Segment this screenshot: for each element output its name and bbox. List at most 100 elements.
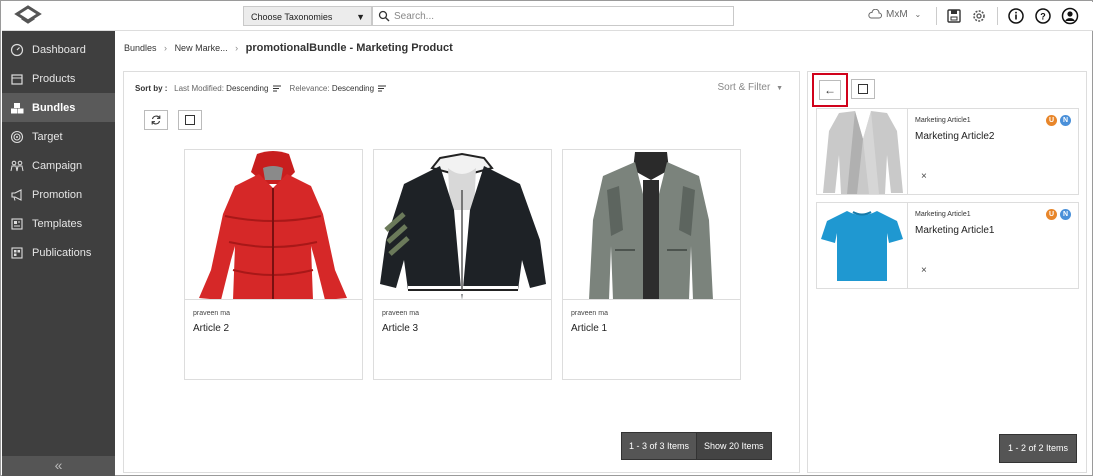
card-owner: praveen ma — [382, 310, 419, 317]
sidebar-item-templates[interactable]: Templates — [2, 209, 115, 238]
divider — [997, 7, 998, 25]
sidebar-item-label: Bundles — [32, 101, 76, 114]
status-badge-u: U — [1046, 115, 1057, 126]
card-title: Article 1 — [571, 323, 608, 334]
bundle-item-subtitle: Marketing Article1 — [915, 117, 971, 124]
sort-bar: Sort by : Last Modified: Descending Rele… — [135, 84, 387, 93]
sidebar-item-bundles[interactable]: Bundles — [2, 93, 115, 122]
chevron-right-icon: › — [235, 43, 239, 53]
sort-filter-label: Sort & Filter — [717, 82, 771, 93]
arrow-left-icon: ← — [824, 83, 836, 97]
dashboard-icon — [10, 43, 24, 56]
sidebar-item-products[interactable]: Products — [2, 64, 115, 93]
bundle-item[interactable]: Marketing Article1 Marketing Article2 × … — [816, 108, 1079, 195]
status-badge-u: U — [1046, 209, 1057, 220]
bundles-icon — [11, 102, 24, 113]
sidebar: Dashboard Products Bundles Target Campai… — [2, 31, 115, 476]
top-bar: Choose Taxonomies ▼ Search... MxM ⌄ ? — [2, 2, 1093, 31]
search-input[interactable]: Search... — [372, 6, 734, 26]
taxonomy-select[interactable]: Choose Taxonomies ▼ — [243, 6, 372, 26]
checkbox-icon — [185, 115, 195, 125]
select-all-checkbox[interactable] — [178, 110, 202, 130]
sidebar-item-campaign[interactable]: Campaign — [2, 151, 115, 180]
sort-by-label: Sort by : — [135, 84, 168, 93]
product-card[interactable]: praveen ma Article 3 — [373, 149, 552, 380]
bundle-item-subtitle: Marketing Article1 — [915, 211, 971, 218]
sort-filter-toggle[interactable]: Sort & Filter ▼ — [717, 82, 783, 93]
refresh-button[interactable] — [144, 110, 168, 130]
items-panel: Sort by : Last Modified: Descending Rele… — [123, 71, 800, 473]
templates-icon — [11, 217, 23, 230]
sidebar-item-dashboard[interactable]: Dashboard — [2, 35, 115, 64]
sort-relevance-label: Relevance: — [289, 84, 330, 93]
publications-icon — [11, 246, 23, 259]
sidebar-item-label: Products — [32, 72, 76, 85]
breadcrumb: Bundles › New Marke... › promotionalBund… — [124, 42, 453, 54]
refresh-icon — [151, 115, 161, 125]
sidebar-item-label: Templates — [32, 217, 83, 230]
sidebar-collapse-button[interactable]: « — [2, 456, 115, 476]
checkbox-icon — [858, 84, 868, 94]
sidebar-item-label: Target — [32, 130, 63, 143]
info-icon[interactable] — [1007, 7, 1025, 25]
remove-icon[interactable]: × — [921, 265, 927, 276]
pagination: 1 - 3 of 3 Items Show 20 Items — [621, 432, 772, 460]
user-menu[interactable]: MxM ⌄ — [868, 9, 921, 20]
megaphone-icon — [11, 188, 22, 201]
caret-down-icon: ▼ — [356, 12, 365, 22]
sort-lines-icon[interactable] — [378, 85, 387, 92]
grey-coat-image — [817, 109, 908, 194]
sidebar-item-target[interactable]: Target — [2, 122, 115, 151]
app-logo-icon[interactable] — [12, 5, 44, 27]
bundle-item[interactable]: Marketing Article1 Marketing Article1 × … — [816, 202, 1079, 289]
save-icon[interactable] — [945, 7, 963, 25]
status-badge-n: N — [1060, 209, 1071, 220]
sidebar-item-promotion[interactable]: Promotion — [2, 180, 115, 209]
app-frame: Choose Taxonomies ▼ Search... MxM ⌄ ? Da… — [0, 0, 1093, 476]
page-title: promotionalBundle - Marketing Product — [245, 42, 453, 54]
sidebar-item-label: Promotion — [32, 188, 83, 201]
sidebar-item-label: Campaign — [32, 159, 83, 172]
status-badge-n: N — [1060, 115, 1071, 126]
divider — [936, 7, 937, 25]
grey-jacket-image — [563, 150, 740, 300]
card-owner: praveen ma — [193, 310, 230, 317]
sidebar-item-label: Publications — [32, 246, 92, 259]
double-chevron-left-icon: « — [54, 457, 63, 473]
target-icon — [10, 130, 24, 143]
caret-down-icon: ▼ — [776, 85, 783, 92]
show-items-button[interactable]: Show 20 Items — [696, 433, 771, 459]
sort-lines-icon[interactable] — [272, 85, 281, 92]
taxonomy-select-label: Choose Taxonomies — [251, 12, 333, 22]
card-title: Article 3 — [382, 323, 419, 334]
remove-icon[interactable]: × — [921, 171, 927, 182]
breadcrumb-item-bundles[interactable]: Bundles — [124, 43, 157, 53]
product-card[interactable]: praveen ma Article 1 — [562, 149, 741, 380]
campaign-icon — [10, 160, 24, 171]
back-button[interactable]: ← — [812, 73, 848, 107]
cloud-icon — [868, 9, 882, 19]
sort-last-modified-label: Last Modified: — [174, 84, 224, 93]
bundle-item-title: Marketing Article2 — [915, 131, 995, 142]
svg-text:?: ? — [1040, 12, 1046, 22]
card-owner: praveen ma — [571, 310, 608, 317]
product-card[interactable]: praveen ma Article 2 — [184, 149, 363, 380]
blue-tshirt-image — [817, 203, 908, 288]
help-icon[interactable]: ? — [1034, 7, 1052, 25]
sidebar-item-publications[interactable]: Publications — [2, 238, 115, 267]
card-title: Article 2 — [193, 323, 230, 334]
gear-icon[interactable] — [970, 7, 988, 25]
chevron-down-icon: ⌄ — [914, 10, 922, 19]
pagination-count: 1 - 3 of 3 Items — [629, 441, 690, 451]
black-jacket-image — [374, 150, 551, 300]
user-menu-label: MxM — [886, 9, 908, 20]
breadcrumb-item-new-marketing[interactable]: New Marke... — [175, 43, 228, 53]
select-all-checkbox[interactable] — [851, 79, 875, 99]
red-jacket-image — [185, 150, 362, 300]
sidebar-item-label: Dashboard — [32, 43, 86, 56]
sort-last-modified-value[interactable]: Descending — [226, 84, 268, 93]
pagination-count: 1 - 2 of 2 Items — [998, 434, 1077, 463]
sort-relevance-value[interactable]: Descending — [332, 84, 374, 93]
user-avatar-icon[interactable] — [1061, 7, 1079, 25]
bundle-item-title: Marketing Article1 — [915, 225, 995, 236]
